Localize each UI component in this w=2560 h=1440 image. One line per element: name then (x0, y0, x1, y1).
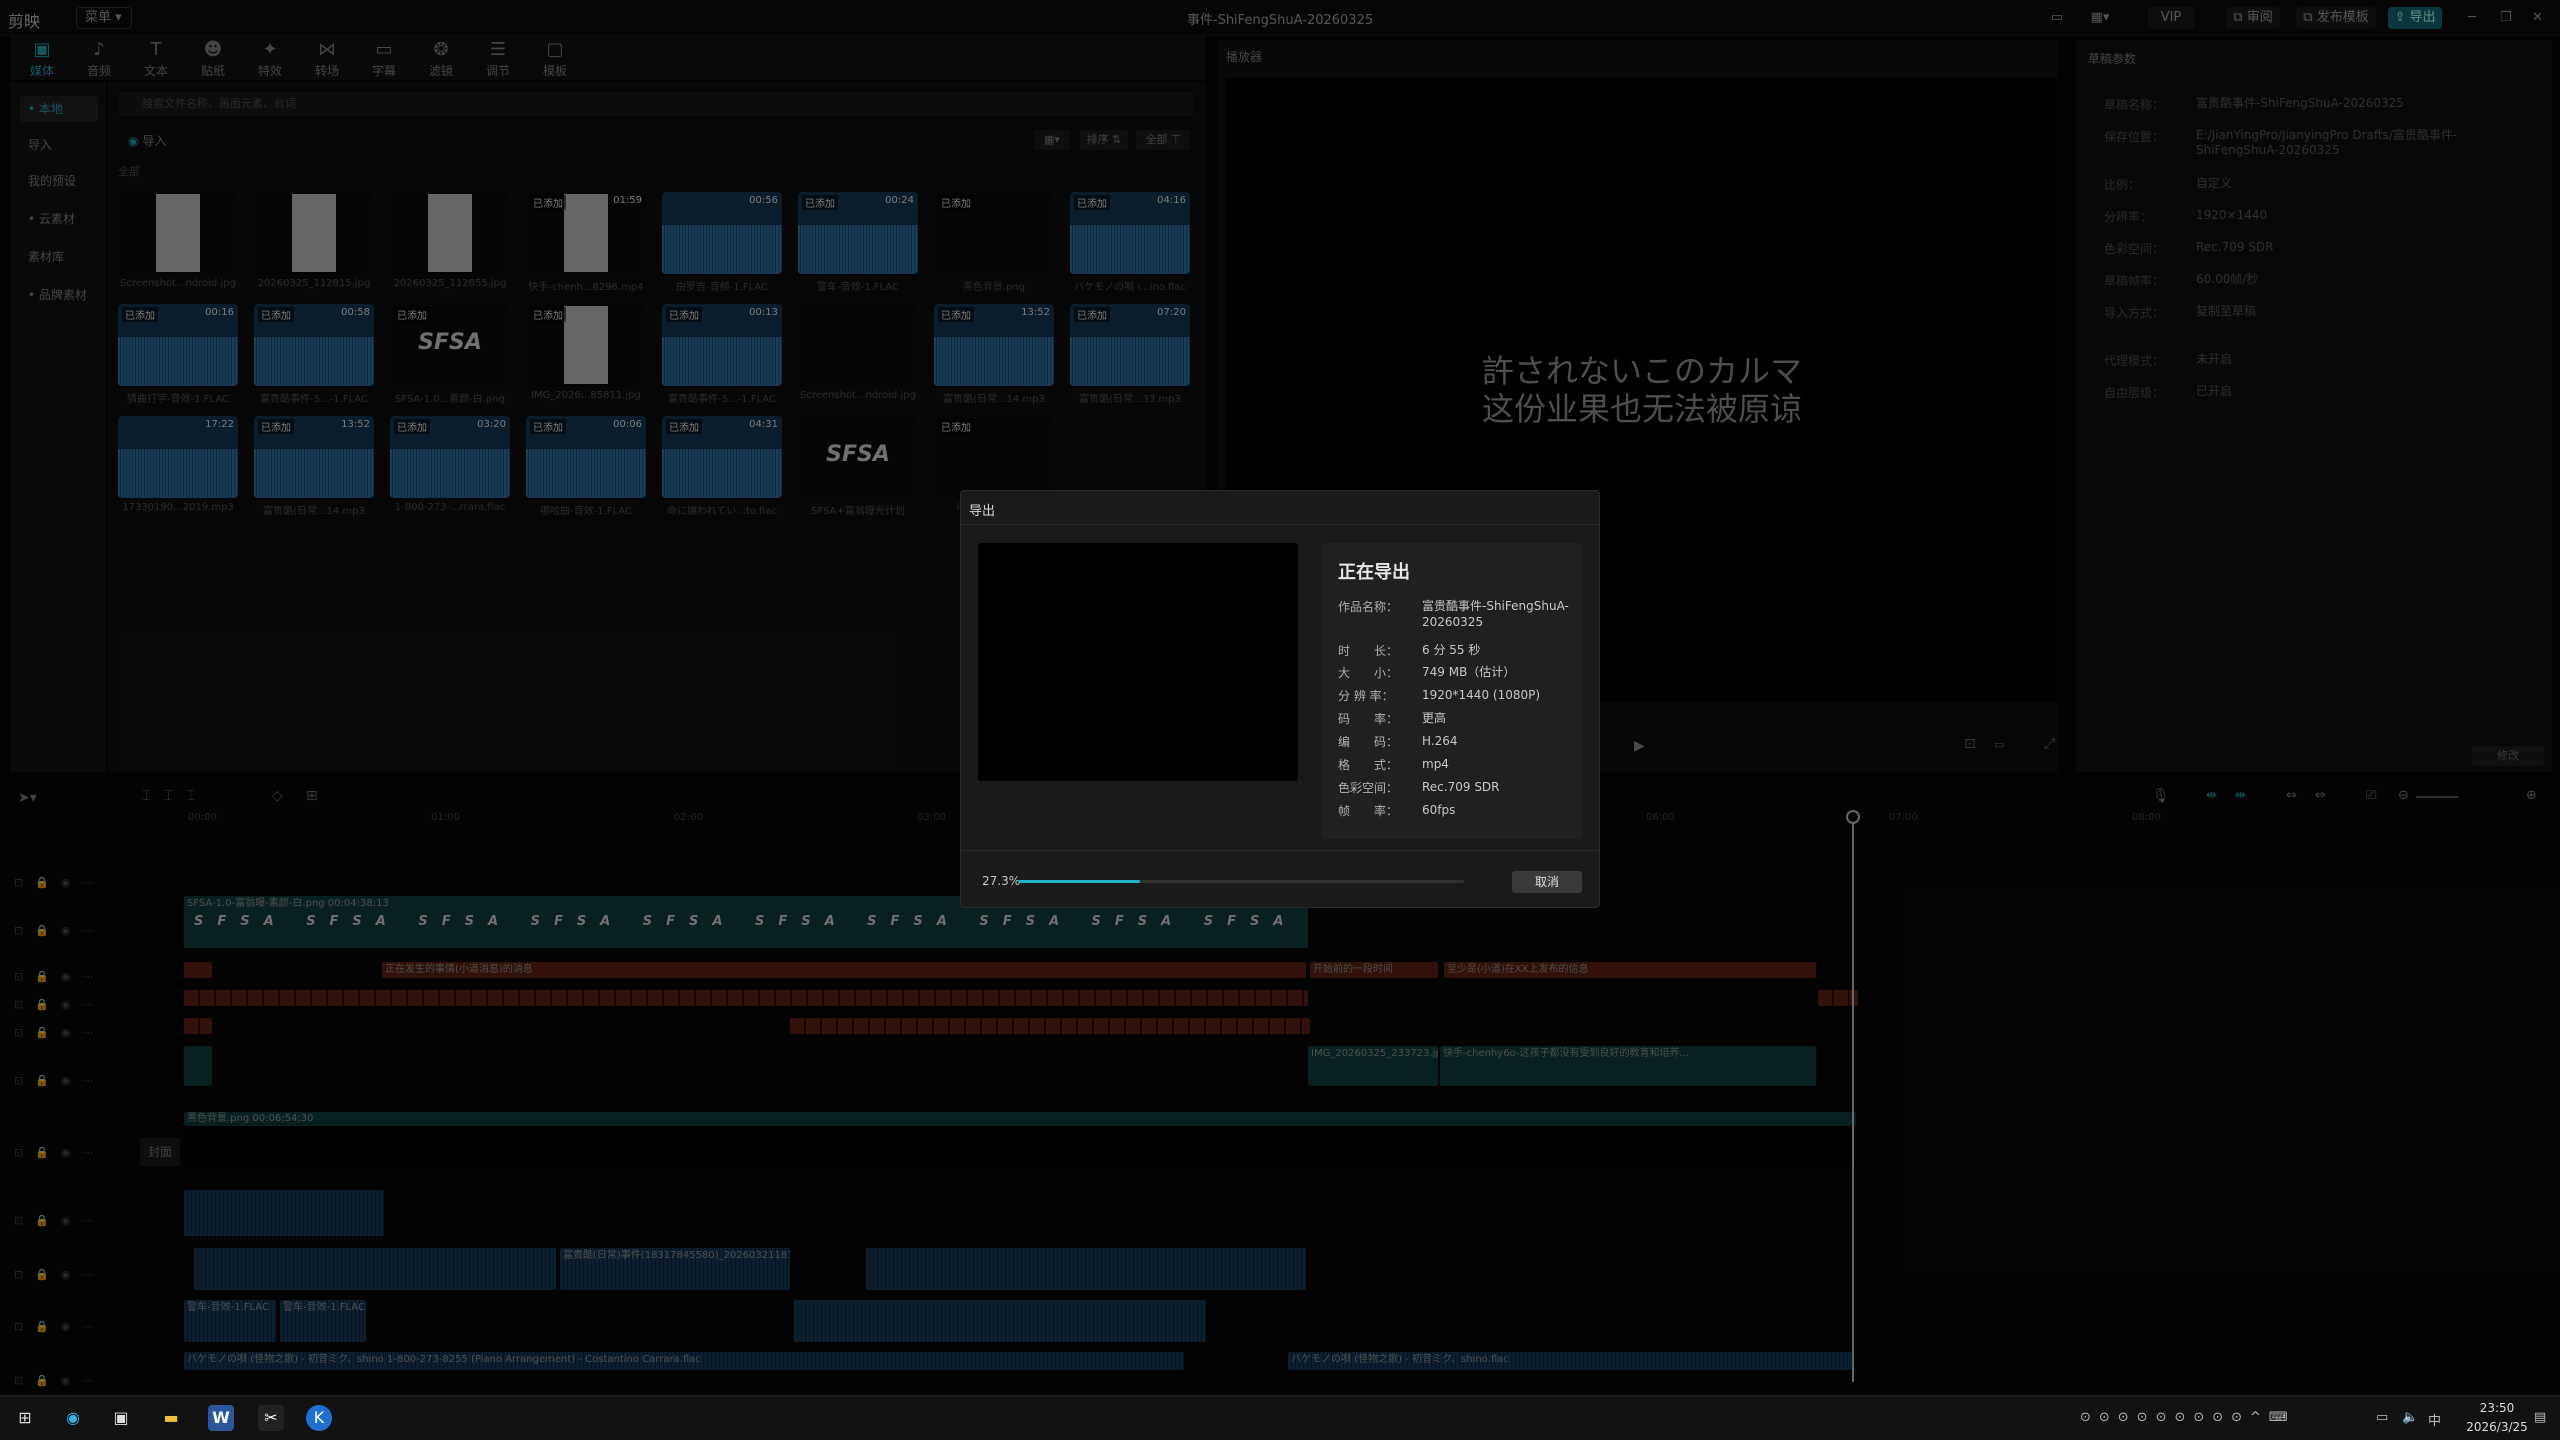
export-info-label: 帧 率： (1338, 804, 1399, 818)
export-info-value: H.264 (1422, 734, 1458, 748)
clock-time[interactable]: 23:50 (2452, 1401, 2542, 1415)
notification-icon[interactable]: ▤ (2534, 1410, 2546, 1425)
export-info-label: 时 长： (1338, 644, 1399, 658)
export-info-value: 60fps (1422, 803, 1456, 817)
export-info-label: 码 率： (1338, 712, 1399, 726)
network-icon[interactable]: ▭ (2376, 1410, 2388, 1425)
tray-icons[interactable]: ⊙⊙⊙⊙⊙⊙⊙⊙⊙^⌨ (2080, 1410, 2296, 1425)
store-icon[interactable]: ▣ (108, 1405, 134, 1431)
export-info-value: 更高 (1422, 711, 1447, 725)
export-info-label: 编 码： (1338, 735, 1399, 749)
file-explorer-icon[interactable]: ▬ (158, 1405, 184, 1431)
export-info-value: Rec.709 SDR (1422, 780, 1500, 794)
export-info-value: mp4 (1422, 757, 1449, 771)
jianying-icon[interactable]: ✂ (258, 1405, 284, 1431)
export-info-label: 色彩空间： (1338, 781, 1399, 795)
export-info-label: 格 式： (1338, 758, 1399, 772)
export-dialog-title: 导出 (969, 504, 996, 519)
export-info-value: 749 MB（估计） (1422, 665, 1516, 679)
export-info-label: 作品名称： (1338, 600, 1399, 614)
dialog-divider-bottom (960, 850, 1600, 851)
export-preview (978, 543, 1298, 781)
volume-icon[interactable]: 🔈 (2402, 1410, 2418, 1425)
ime-indicator[interactable]: 中 (2428, 1410, 2441, 1429)
progress-fill (1018, 880, 1140, 883)
export-info-value: 1920*1440 (1080P) (1422, 688, 1541, 702)
export-info-label: 分 辨 率： (1338, 689, 1394, 703)
export-info-value: 富贵酷事件-ShiFengShuA-20260325 (1422, 599, 1569, 629)
clock-date[interactable]: 2026/3/25 (2452, 1420, 2542, 1434)
cancel-export-button[interactable]: 取消 (1512, 871, 1582, 893)
dialog-divider (960, 524, 1600, 525)
export-info-label: 大 小： (1338, 666, 1399, 680)
word-icon[interactable]: W (208, 1405, 234, 1431)
start-icon[interactable]: ⊞ (12, 1405, 38, 1431)
edge-icon[interactable]: ◉ (60, 1405, 86, 1431)
app-k-icon[interactable]: K (306, 1405, 332, 1431)
export-info-value: 6 分 55 秒 (1422, 643, 1481, 657)
progress-percent: 27.3% (982, 874, 1021, 888)
export-status: 正在导出 (1338, 562, 1410, 583)
